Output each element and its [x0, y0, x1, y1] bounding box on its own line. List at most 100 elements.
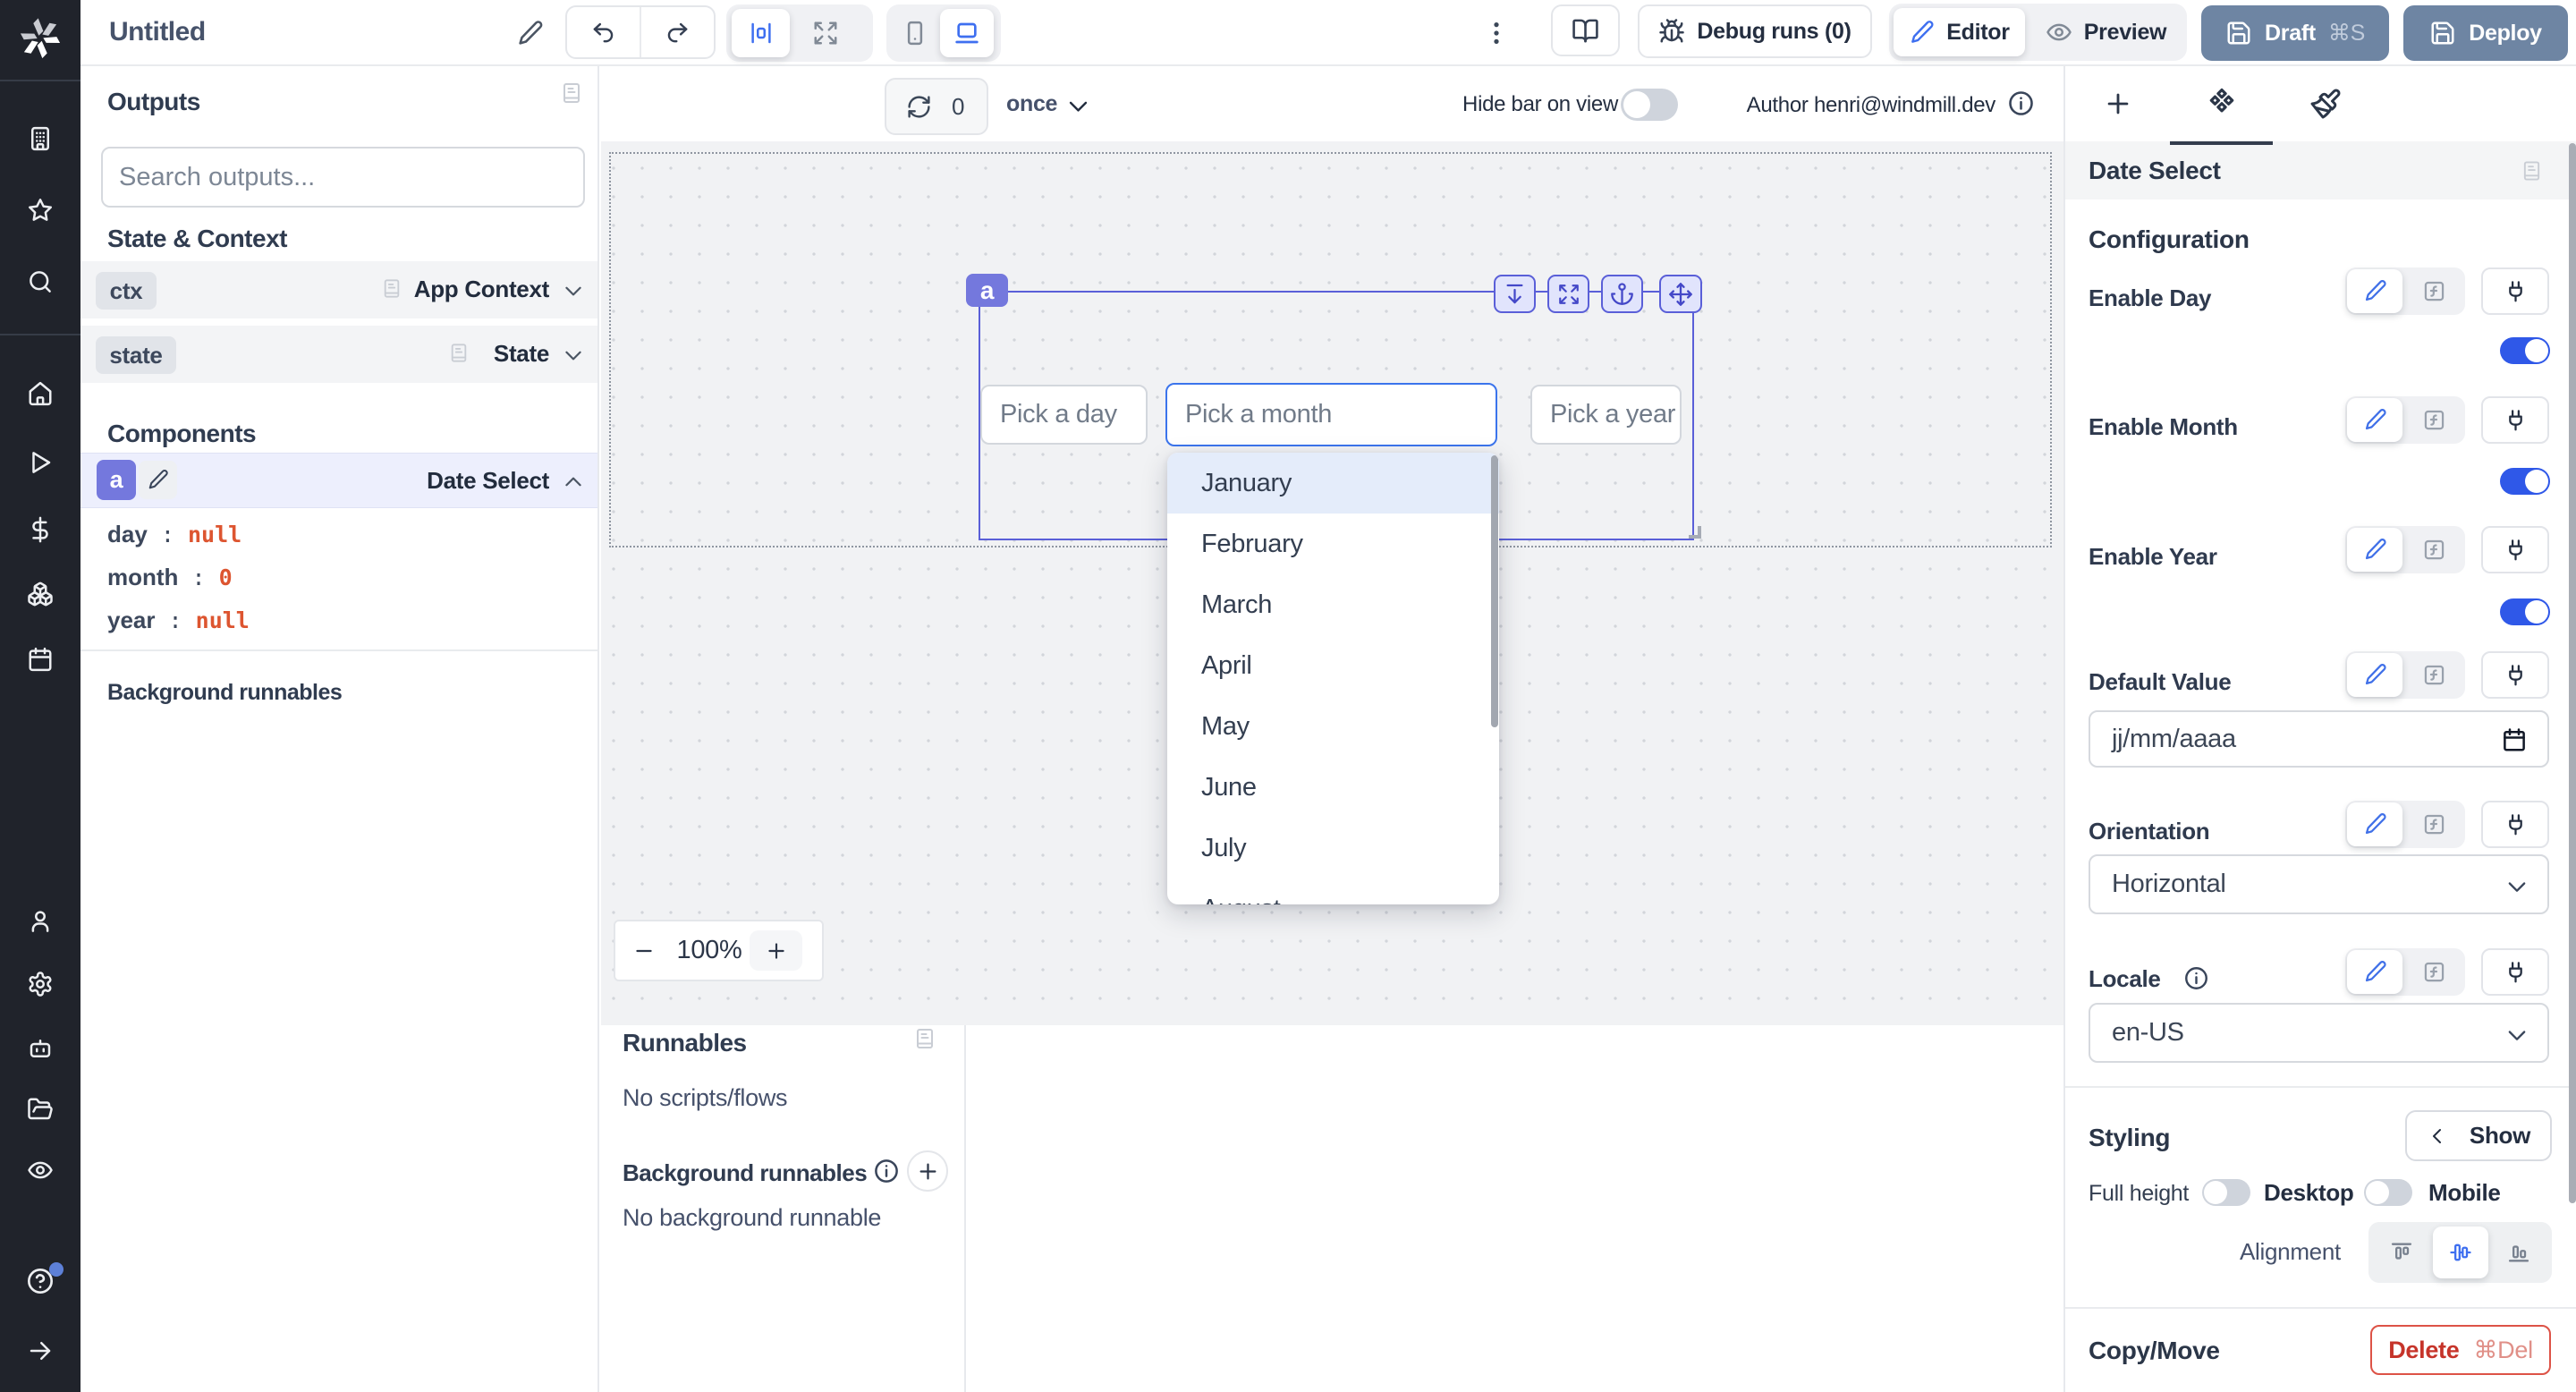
month-option[interactable]: July [1167, 818, 1499, 878]
orientation-select[interactable]: Horizontal [2089, 854, 2549, 914]
desktop-mobile-toggle[interactable] [2364, 1179, 2412, 1206]
enable-day-pencil-button[interactable] [2347, 269, 2402, 313]
folders-icon[interactable] [0, 1082, 80, 1136]
debug-runs-button[interactable]: Debug runs (0) [1638, 4, 1872, 58]
align-center-button[interactable] [2433, 1226, 2488, 1278]
frequency-dropdown[interactable]: once [1006, 91, 1057, 117]
runs-icon[interactable] [0, 436, 80, 489]
audit-eye-icon[interactable] [0, 1143, 80, 1197]
align-top-button[interactable] [2374, 1226, 2429, 1278]
bg-runnables-info-icon[interactable] [873, 1158, 900, 1184]
desktop-view-button[interactable] [940, 9, 994, 57]
settings-scrollbar[interactable] [2569, 143, 2576, 1203]
default-value-date-input[interactable]: jj/mm/aaaa [2089, 710, 2549, 768]
align-bottom-button[interactable] [2491, 1226, 2546, 1278]
resize-handle[interactable] [1689, 526, 1701, 539]
orientation-connect-button[interactable] [2481, 801, 2549, 848]
month-option[interactable]: June [1167, 757, 1499, 818]
editor-tab[interactable]: Editor [1894, 8, 2025, 56]
component-edit-icon[interactable] [139, 461, 177, 499]
app-canvas[interactable]: a Pick a day Pick a month Pick a year Ja… [601, 141, 2063, 1025]
bounded-width-button[interactable] [732, 9, 790, 57]
hide-bar-toggle[interactable] [1621, 89, 1678, 121]
redo-button[interactable] [641, 7, 714, 57]
month-select-input[interactable]: Pick a month [1165, 383, 1497, 446]
enable-month-connect-button[interactable] [2481, 396, 2549, 444]
month-option[interactable]: February [1167, 514, 1499, 574]
deploy-button[interactable]: Deploy [2403, 5, 2568, 61]
enable-day-connect-button[interactable] [2481, 267, 2549, 315]
mobile-view-button[interactable] [890, 9, 940, 57]
locale-function-button[interactable] [2402, 960, 2465, 984]
enable-year-connect-button[interactable] [2481, 526, 2549, 573]
docs-button[interactable] [1551, 4, 1620, 56]
locale-select[interactable]: en-US [2089, 1003, 2549, 1063]
expand-component-button[interactable] [1547, 275, 1589, 313]
component-chevron-up-icon[interactable] [562, 471, 585, 494]
orientation-pencil-button[interactable] [2347, 802, 2402, 846]
component-row[interactable]: a Date Select [80, 453, 597, 508]
home-icon[interactable] [0, 367, 80, 420]
locale-connect-button[interactable] [2481, 948, 2549, 996]
orientation-function-button[interactable] [2402, 812, 2465, 836]
year-select-input[interactable]: Pick a year [1530, 385, 1682, 445]
more-menu-icon[interactable] [1474, 11, 1519, 55]
insert-component-tab[interactable] [2066, 66, 2170, 141]
add-bg-runnable-button[interactable] [907, 1150, 948, 1192]
anchor-component-button[interactable] [1601, 275, 1643, 313]
calendar-icon[interactable] [2501, 726, 2528, 753]
fill-height-button[interactable] [1494, 275, 1536, 313]
runnables-doc-icon[interactable] [914, 1027, 936, 1050]
workers-icon[interactable] [0, 1022, 80, 1075]
search-outputs-input[interactable] [101, 147, 585, 208]
resources-icon[interactable] [0, 567, 80, 621]
help-icon[interactable] [0, 1254, 80, 1308]
dropdown-scrollbar[interactable] [1491, 455, 1498, 727]
enable-month-pencil-button[interactable] [2347, 398, 2402, 442]
enable-year-toggle[interactable] [2500, 598, 2550, 625]
schedules-icon[interactable] [0, 632, 80, 686]
month-option-selected[interactable]: January [1167, 453, 1499, 514]
undo-button[interactable] [567, 7, 641, 57]
component-doc-icon[interactable] [2521, 159, 2542, 182]
default-value-connect-button[interactable] [2481, 651, 2549, 699]
state-chevron-icon[interactable] [562, 344, 585, 367]
zoom-out-button[interactable] [615, 939, 673, 963]
default-value-pencil-button[interactable] [2347, 653, 2402, 697]
month-option[interactable]: April [1167, 635, 1499, 696]
enable-day-toggle[interactable] [2500, 337, 2550, 364]
zoom-in-button[interactable] [750, 930, 802, 971]
default-value-function-button[interactable] [2402, 663, 2465, 687]
state-row[interactable]: state State [80, 326, 597, 383]
locale-pencil-button[interactable] [2347, 950, 2402, 994]
variables-icon[interactable] [0, 503, 80, 556]
outputs-doc-icon[interactable] [561, 81, 582, 105]
favorites-icon[interactable] [0, 183, 80, 237]
search-icon[interactable] [0, 255, 80, 309]
month-option[interactable]: March [1167, 574, 1499, 635]
windmill-logo[interactable] [0, 9, 80, 66]
refresh-count-button[interactable]: 0 [885, 78, 988, 135]
ctx-row[interactable]: ctx App Context [80, 261, 597, 318]
move-component-button[interactable] [1659, 275, 1702, 313]
day-select-input[interactable]: Pick a day [980, 385, 1148, 445]
enable-year-pencil-button[interactable] [2347, 528, 2402, 572]
component-settings-tab[interactable] [2170, 66, 2274, 141]
full-height-toggle[interactable] [2202, 1179, 2250, 1206]
ctx-chevron-icon[interactable] [562, 279, 585, 302]
author-info-icon[interactable] [2007, 89, 2035, 117]
rename-pencil-icon[interactable] [507, 11, 552, 55]
enable-month-function-button[interactable] [2402, 408, 2465, 432]
settings-icon[interactable] [0, 957, 80, 1011]
full-width-button[interactable] [790, 9, 861, 57]
locale-info-icon[interactable] [2183, 965, 2209, 991]
enable-year-function-button[interactable] [2402, 538, 2465, 562]
month-option[interactable]: May [1167, 696, 1499, 757]
frequency-chevron-icon[interactable] [1065, 93, 1091, 119]
user-icon[interactable] [0, 895, 80, 948]
styling-tab[interactable] [2274, 66, 2377, 141]
enable-day-function-button[interactable] [2402, 279, 2465, 303]
enable-month-toggle[interactable] [2500, 468, 2550, 495]
show-styling-button[interactable]: Show [2405, 1110, 2552, 1161]
preview-tab[interactable]: Preview [2025, 8, 2187, 56]
